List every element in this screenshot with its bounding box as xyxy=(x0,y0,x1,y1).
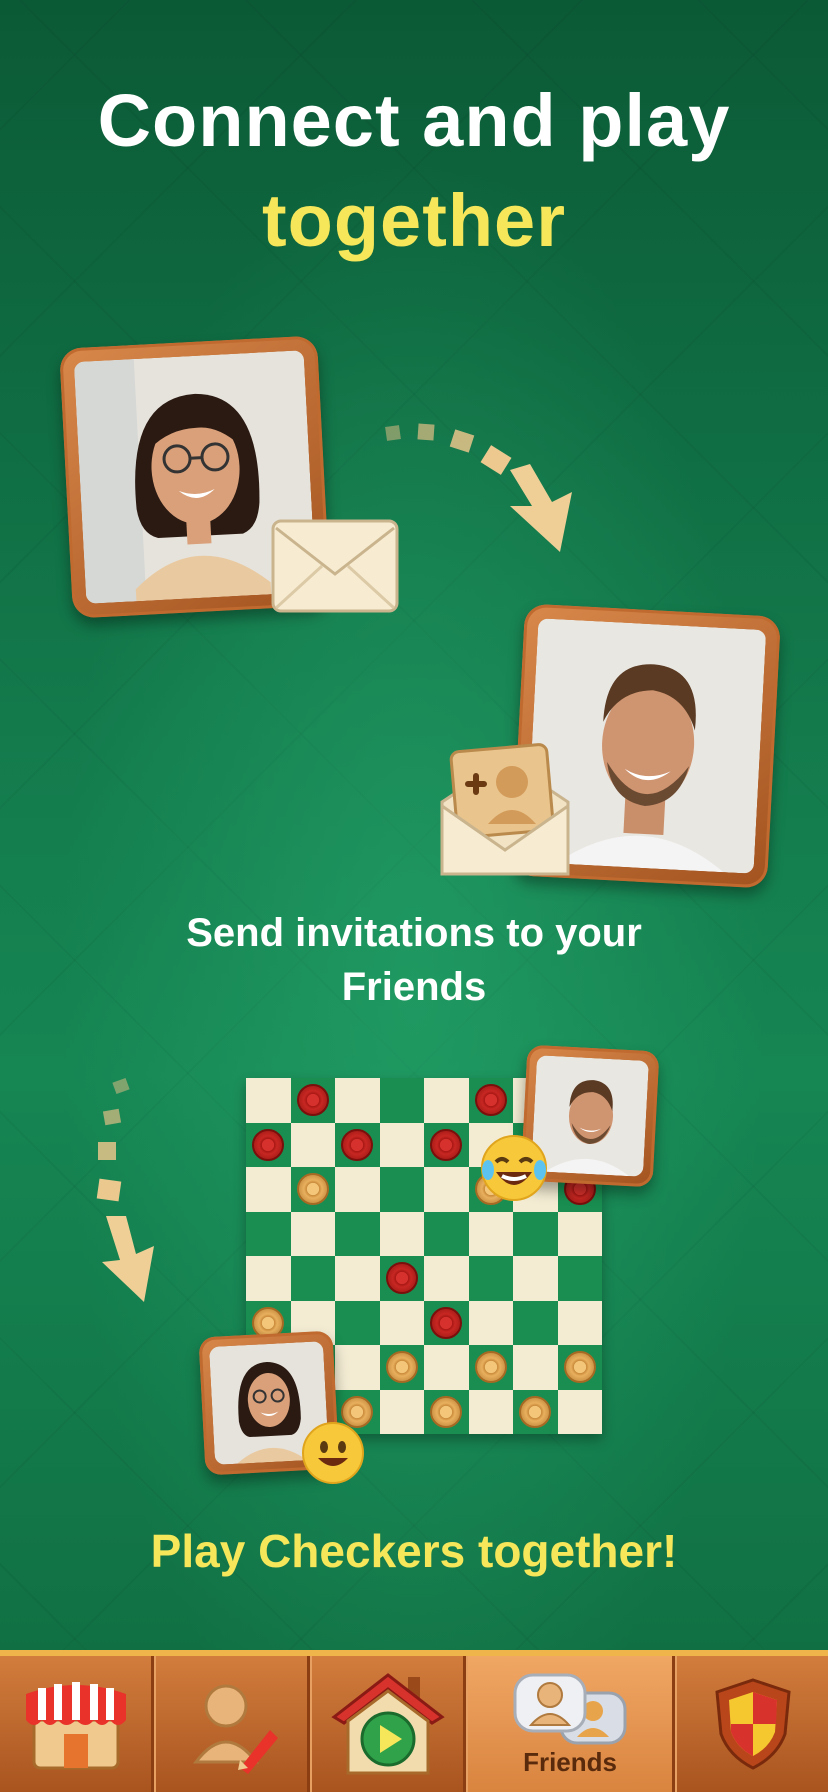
board-square[interactable] xyxy=(335,1078,380,1123)
board-square[interactable] xyxy=(424,1078,469,1123)
friends-icon xyxy=(513,1673,627,1744)
board-square[interactable] xyxy=(246,1078,291,1123)
gold-checker-piece[interactable] xyxy=(385,1351,418,1383)
headline-line2: together xyxy=(262,179,566,262)
arrow-down-icon xyxy=(96,1077,154,1302)
board-square[interactable] xyxy=(468,1078,513,1123)
board-square[interactable] xyxy=(290,1078,335,1123)
board-square[interactable] xyxy=(513,1389,558,1434)
red-checker-piece[interactable] xyxy=(430,1306,462,1339)
board-square[interactable] xyxy=(246,1211,291,1256)
board-square[interactable] xyxy=(290,1167,335,1212)
profile-edit-icon xyxy=(192,1684,278,1774)
add-friend-envelope-icon xyxy=(440,743,570,876)
board-square[interactable] xyxy=(513,1256,558,1301)
board-square[interactable] xyxy=(513,1300,558,1345)
shop-icon xyxy=(25,1682,126,1770)
board-square[interactable] xyxy=(468,1211,513,1256)
board-square[interactable] xyxy=(424,1345,469,1390)
board-square[interactable] xyxy=(379,1211,424,1256)
board-square[interactable] xyxy=(468,1256,513,1301)
nav-friends[interactable]: Friends xyxy=(466,1656,675,1792)
board-square[interactable] xyxy=(379,1389,424,1434)
red-checker-piece[interactable] xyxy=(252,1128,284,1161)
invite-caption-text: Send invitations to your Friends xyxy=(186,911,642,1009)
smiling-emoji-icon xyxy=(302,1422,364,1484)
board-square[interactable] xyxy=(468,1389,513,1434)
board-square[interactable] xyxy=(335,1211,380,1256)
board-square[interactable] xyxy=(424,1167,469,1212)
gold-checker-piece[interactable] xyxy=(563,1351,596,1383)
red-checker-piece[interactable] xyxy=(385,1262,418,1294)
board-square[interactable] xyxy=(246,1256,291,1301)
gold-checker-piece[interactable] xyxy=(430,1395,462,1428)
nav-friends-label: Friends xyxy=(523,1746,617,1777)
invite-caption: Send invitations to your Friends xyxy=(0,906,828,1014)
board-square[interactable] xyxy=(468,1345,513,1390)
board-square[interactable] xyxy=(335,1256,380,1301)
board-square[interactable] xyxy=(379,1078,424,1123)
board-square[interactable] xyxy=(379,1167,424,1212)
red-checker-piece[interactable] xyxy=(341,1128,373,1161)
board-square[interactable] xyxy=(557,1389,602,1434)
board-square[interactable] xyxy=(379,1122,424,1167)
board-square[interactable] xyxy=(424,1300,469,1345)
board-square[interactable] xyxy=(557,1345,602,1390)
nav-home[interactable] xyxy=(310,1656,467,1792)
board-square[interactable] xyxy=(335,1300,380,1345)
shield-icon xyxy=(714,1678,791,1770)
board-square[interactable] xyxy=(290,1256,335,1301)
board-square[interactable] xyxy=(557,1256,602,1301)
board-square[interactable] xyxy=(335,1167,380,1212)
bottom-nav: Friends xyxy=(0,1650,828,1792)
board-square[interactable] xyxy=(335,1345,380,1390)
gold-checker-piece[interactable] xyxy=(296,1173,329,1205)
laughing-emoji-icon xyxy=(481,1135,547,1201)
gold-checker-piece[interactable] xyxy=(519,1395,551,1428)
red-checker-piece[interactable] xyxy=(474,1084,507,1116)
home-play-icon xyxy=(330,1673,445,1775)
arrow-icon xyxy=(385,423,572,552)
board-square[interactable] xyxy=(424,1256,469,1301)
nav-profile[interactable] xyxy=(154,1656,311,1792)
board-square[interactable] xyxy=(246,1122,291,1167)
gold-checker-piece[interactable] xyxy=(474,1351,507,1383)
nav-clan[interactable] xyxy=(674,1656,828,1792)
board-square[interactable] xyxy=(379,1345,424,1390)
board-square[interactable] xyxy=(379,1256,424,1301)
board-square[interactable] xyxy=(424,1211,469,1256)
board-square[interactable] xyxy=(246,1167,291,1212)
board-square[interactable] xyxy=(513,1345,558,1390)
board-square[interactable] xyxy=(468,1300,513,1345)
red-checker-piece[interactable] xyxy=(430,1128,462,1161)
board-square[interactable] xyxy=(557,1211,602,1256)
nav-shop[interactable] xyxy=(0,1656,155,1792)
board-square[interactable] xyxy=(379,1300,424,1345)
board-square[interactable] xyxy=(513,1211,558,1256)
board-square[interactable] xyxy=(335,1122,380,1167)
headline-line1: Connect and play xyxy=(97,79,731,162)
red-checker-piece[interactable] xyxy=(296,1084,329,1116)
play-caption: Play Checkers together! xyxy=(150,1525,678,1577)
board-square[interactable] xyxy=(424,1122,469,1167)
board-square[interactable] xyxy=(557,1300,602,1345)
board-square[interactable] xyxy=(290,1122,335,1167)
board-square[interactable] xyxy=(290,1211,335,1256)
board-square[interactable] xyxy=(424,1389,469,1434)
